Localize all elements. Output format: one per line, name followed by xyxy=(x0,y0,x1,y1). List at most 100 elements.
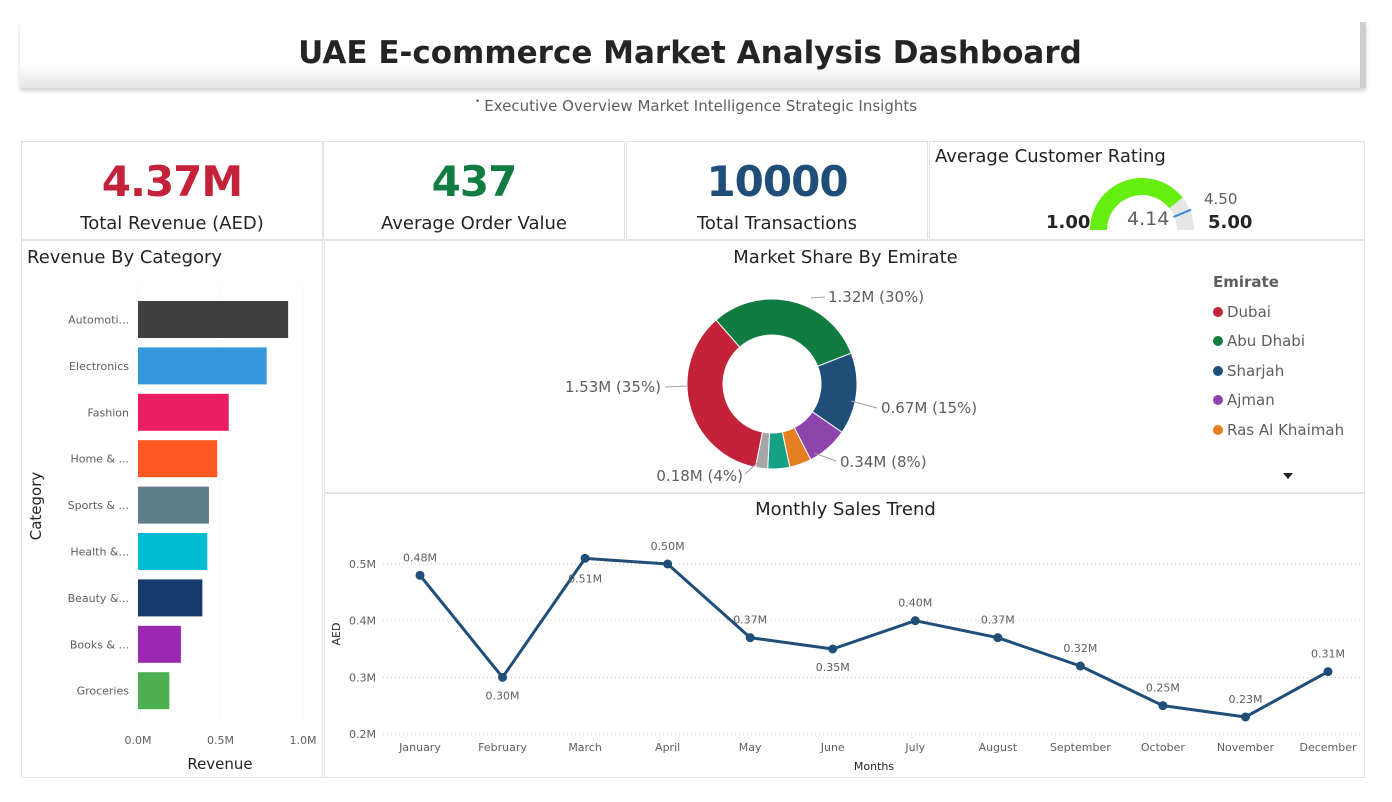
y-tick-label: Health &... xyxy=(70,546,129,559)
legend-marker xyxy=(1213,395,1223,406)
gauge-min-label: 1.00 xyxy=(1046,212,1091,233)
y-tick-label: Fashion xyxy=(87,406,129,419)
data-label: 1.53M (35%) xyxy=(565,378,661,396)
data-label: 0.37M xyxy=(733,614,767,627)
x-tick-label: March xyxy=(568,741,602,754)
y-tick-label: Home & ... xyxy=(70,453,129,466)
x-tick-label: 1.0M xyxy=(290,734,317,747)
page-subtitle: • Executive Overview Market Intelligence … xyxy=(0,97,1392,115)
x-axis-label: Months xyxy=(854,760,894,773)
market-share-panel[interactable]: Market Share By Emirate 1.32M (30%) 1.53M… xyxy=(324,240,1365,493)
data-point[interactable] xyxy=(745,633,755,643)
legend-scroll-down-icon[interactable] xyxy=(1283,473,1293,479)
bar[interactable] xyxy=(138,393,229,431)
y-tick-label: 0.5M xyxy=(349,558,376,571)
bar[interactable] xyxy=(138,579,203,617)
kpi-card-total-transactions[interactable]: 10000 Total Transactions xyxy=(626,141,928,240)
data-label: 0.37M xyxy=(981,614,1015,627)
x-tick-label: January xyxy=(398,741,441,754)
title-banner: UAE E-commerce Market Analysis Dashboard xyxy=(20,22,1366,88)
revenue-by-category-panel[interactable]: Revenue By Category 0.0M 0.5M 1.0M Automoti… xyxy=(21,240,323,778)
data-point[interactable] xyxy=(910,616,920,626)
legend-item-abu-dhabi[interactable]: Abu Dhabi xyxy=(1213,327,1344,357)
x-tick-label: February xyxy=(478,741,527,754)
legend-title: Emirate xyxy=(1213,273,1279,291)
gauge-card-customer-rating[interactable]: Average Customer Rating 1.00 4.14 5.00 4… xyxy=(929,141,1365,240)
data-point[interactable] xyxy=(1240,712,1250,722)
kpi-value: 10000 xyxy=(706,157,848,206)
data-label: 0.35M xyxy=(816,661,850,674)
data-point[interactable] xyxy=(993,633,1003,643)
data-label: 0.32M xyxy=(1063,642,1097,655)
bullet-icon: • xyxy=(474,97,481,107)
data-point[interactable] xyxy=(1075,661,1085,671)
data-label: 0.67M (15%) xyxy=(881,399,977,417)
bar[interactable] xyxy=(138,625,181,663)
bar[interactable] xyxy=(138,533,208,570)
y-tick-label: Sports & ... xyxy=(68,499,129,512)
x-tick-label: December xyxy=(1299,741,1357,754)
x-tick-label: April xyxy=(655,741,680,754)
x-tick-label: August xyxy=(979,741,1018,754)
data-label: 0.40M xyxy=(898,597,932,610)
monthly-sales-trend-panel[interactable]: Monthly Sales Trend 0.2M 0.3M 0.4M 0.5M 0.48… xyxy=(324,493,1365,778)
data-label: 0.30M xyxy=(486,689,520,702)
legend-label: Ajman xyxy=(1227,391,1275,410)
legend-marker xyxy=(1213,365,1223,376)
legend-marker xyxy=(1213,424,1223,435)
data-label: 0.23M xyxy=(1228,693,1262,706)
bar[interactable] xyxy=(138,440,218,478)
x-tick-label: November xyxy=(1217,741,1275,754)
page-title: UAE E-commerce Market Analysis Dashboard xyxy=(298,35,1082,71)
kpi-card-total-revenue[interactable]: 4.37M Total Revenue (AED) xyxy=(21,141,323,240)
bar[interactable] xyxy=(138,486,209,524)
x-tick-label: October xyxy=(1141,741,1185,754)
data-label: 0.25M xyxy=(1146,682,1180,695)
legend-item-sharjah[interactable]: Sharjah xyxy=(1213,356,1344,386)
data-label: 0.34M (8%) xyxy=(840,453,927,471)
data-point[interactable] xyxy=(663,559,673,569)
legend-marker xyxy=(1213,336,1223,347)
legend-label: Ras Al Khaimah xyxy=(1227,420,1345,439)
legend-label: Sharjah xyxy=(1227,361,1285,380)
kpi-card-average-order-value[interactable]: 437 Average Order Value xyxy=(323,141,625,240)
donut-slice[interactable] xyxy=(686,319,764,468)
bar[interactable] xyxy=(138,672,170,710)
data-label: 0.18M (4%) xyxy=(656,467,743,485)
donut-slice[interactable] xyxy=(715,298,852,367)
legend-item-ajman[interactable]: Ajman xyxy=(1213,386,1344,416)
data-point[interactable] xyxy=(580,553,590,563)
data-point[interactable] xyxy=(1158,701,1168,711)
data-label: 1.32M (30%) xyxy=(828,288,924,306)
x-tick-label: September xyxy=(1050,741,1111,754)
data-point[interactable] xyxy=(415,570,425,580)
y-tick-label: 0.2M xyxy=(349,728,376,741)
legend-marker xyxy=(1213,306,1223,317)
y-tick-label: Electronics xyxy=(69,360,129,373)
y-tick-label: Groceries xyxy=(77,685,130,698)
y-axis-label: AED xyxy=(330,623,343,646)
x-tick-label: 0.0M xyxy=(125,734,152,747)
data-point[interactable] xyxy=(828,644,838,654)
line-chart: 0.2M 0.3M 0.4M 0.5M 0.48M January 0.30M Februar… xyxy=(330,540,1361,773)
leader-line xyxy=(810,296,826,299)
bar[interactable] xyxy=(138,301,289,338)
data-point[interactable] xyxy=(1323,667,1333,677)
bar[interactable] xyxy=(138,347,267,385)
legend-item-dubai[interactable]: Dubai xyxy=(1213,297,1344,327)
x-tick-label: May xyxy=(739,741,762,754)
data-label: 0.51M xyxy=(568,572,602,585)
x-tick-label: July xyxy=(904,741,925,754)
legend-item-ras-al-khaimah[interactable]: Ras Al Khaimah xyxy=(1213,415,1344,445)
y-axis-label: Category xyxy=(27,472,45,541)
y-tick-label: 0.3M xyxy=(349,671,376,684)
bar-chart: 0.0M 0.5M 1.0M Automoti... Electronics Fashio… xyxy=(27,285,317,773)
kpi-label: Average Order Value xyxy=(381,213,567,234)
x-tick-label: June xyxy=(820,741,845,754)
data-label: 0.31M xyxy=(1311,648,1345,661)
leader-line xyxy=(813,452,837,462)
data-point[interactable] xyxy=(498,672,508,682)
y-tick-label: 0.4M xyxy=(349,615,376,628)
gauge-value-label: 4.14 xyxy=(1127,208,1170,230)
y-tick-label: Beauty &... xyxy=(68,592,129,605)
